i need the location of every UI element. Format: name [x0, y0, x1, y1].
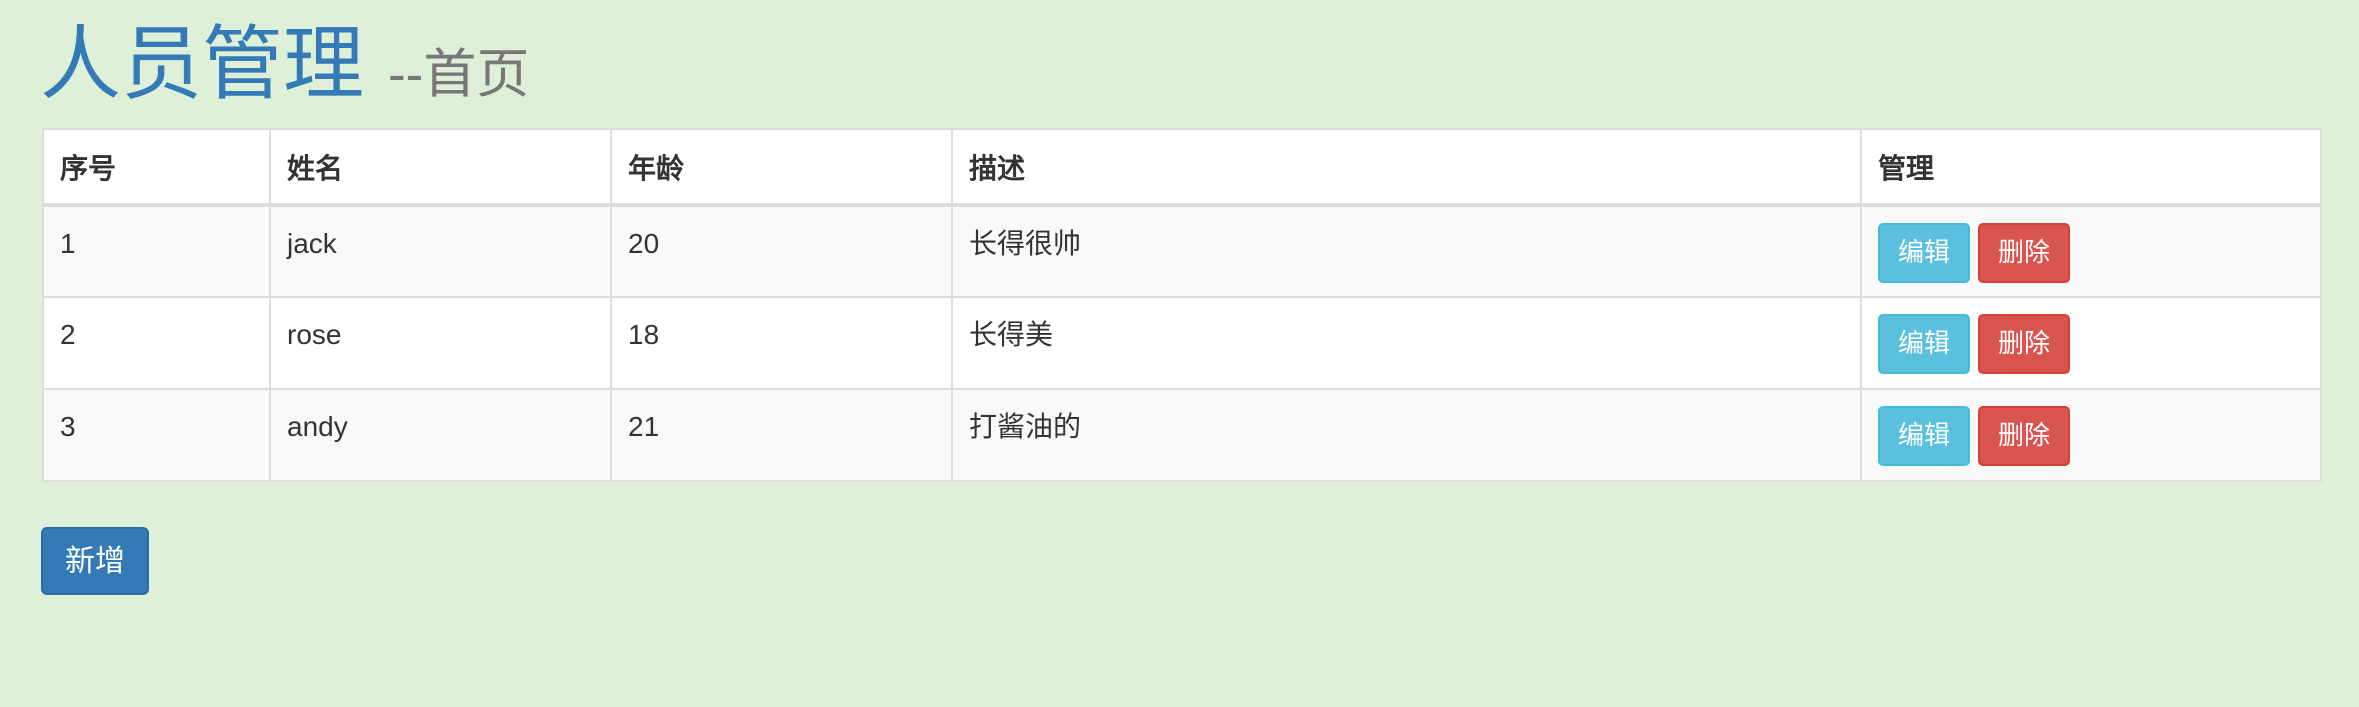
- page: 人员管理 --首页 序号 姓名 年龄 描述 管理 1 jack 20 长得很帅 …: [0, 0, 2359, 707]
- add-button[interactable]: 新增: [41, 527, 149, 595]
- people-table: 序号 姓名 年龄 描述 管理 1 jack 20 长得很帅 编辑 删除 2 ros…: [42, 128, 2322, 482]
- cell-age: 20: [610, 204, 953, 298]
- cell-id: 2: [42, 296, 271, 390]
- delete-button[interactable]: 删除: [1978, 223, 2070, 283]
- edit-button[interactable]: 编辑: [1878, 406, 1970, 466]
- table-header-row: 序号 姓名 年龄 描述 管理: [42, 128, 2322, 207]
- page-subtitle: --首页: [388, 45, 530, 104]
- cell-description: 打酱油的: [951, 388, 1862, 482]
- table-row: 1 jack 20 长得很帅 编辑 删除: [42, 204, 2322, 298]
- edit-button[interactable]: 编辑: [1878, 223, 1970, 283]
- table-header: 序号 姓名 年龄 描述 管理: [42, 128, 2322, 207]
- table-body: 1 jack 20 长得很帅 编辑 删除 2 rose 18 长得美 编辑 删除 3…: [42, 204, 2322, 482]
- cell-description: 长得美: [951, 296, 1862, 390]
- cell-description: 长得很帅: [951, 204, 1862, 298]
- column-header-manage: 管理: [1860, 128, 2322, 207]
- cell-actions: 编辑 删除: [1860, 388, 2322, 482]
- cell-id: 1: [42, 204, 271, 298]
- delete-button[interactable]: 删除: [1978, 314, 2070, 374]
- cell-actions: 编辑 删除: [1860, 296, 2322, 390]
- cell-name: rose: [269, 296, 612, 390]
- column-header-age: 年龄: [610, 128, 953, 207]
- page-title: 人员管理: [40, 20, 365, 110]
- edit-button[interactable]: 编辑: [1878, 314, 1970, 374]
- cell-actions: 编辑 删除: [1860, 204, 2322, 298]
- cell-age: 21: [610, 388, 953, 482]
- table-row: 3 andy 21 打酱油的 编辑 删除: [42, 388, 2322, 482]
- cell-name: andy: [269, 388, 612, 482]
- column-header-name: 姓名: [269, 128, 612, 207]
- table-row: 2 rose 18 长得美 编辑 删除: [42, 296, 2322, 390]
- cell-name: jack: [269, 204, 612, 298]
- page-header: 人员管理 --首页: [40, 20, 529, 110]
- column-header-description: 描述: [951, 128, 1862, 207]
- column-header-id: 序号: [42, 128, 271, 207]
- cell-age: 18: [610, 296, 953, 390]
- delete-button[interactable]: 删除: [1978, 406, 2070, 466]
- cell-id: 3: [42, 388, 271, 482]
